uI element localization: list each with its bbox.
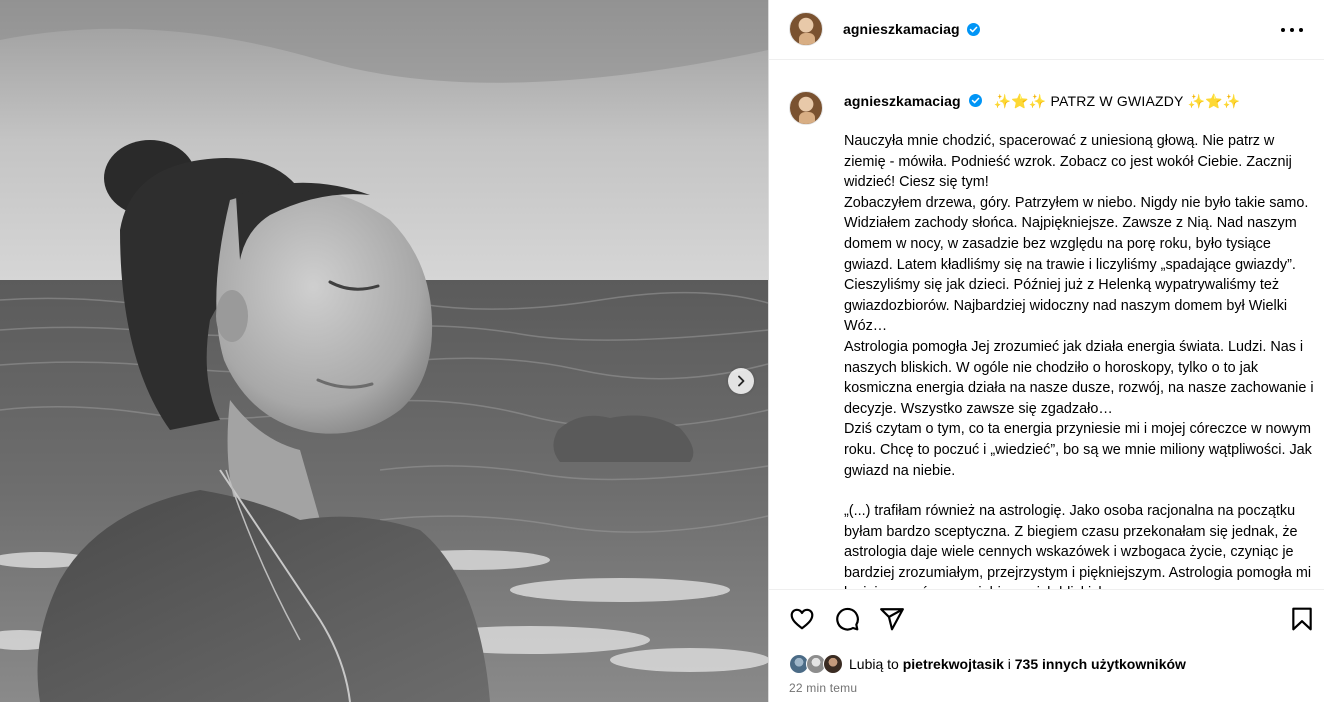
caption-scroll-area[interactable]: agnieszkamaciag ✨⭐✨ PATRZ W GWIAZDY ✨⭐✨ … [769, 61, 1324, 589]
save-button[interactable] [1289, 606, 1315, 632]
post-actions-bar: Lubią to pietrekwojtasik i 735 innych uż… [769, 589, 1324, 702]
caption-paragraph: „(...) trafiłam również na astrologię. J… [844, 503, 1312, 589]
comment-icon [836, 607, 859, 631]
share-icon [880, 608, 904, 631]
caption-paragraph: Astrologia pomogła Jej zrozumieć jak dzi… [844, 338, 1314, 417]
more-options-button[interactable] [1281, 20, 1303, 40]
dot-icon [1281, 28, 1285, 32]
bookmark-icon [1292, 607, 1312, 631]
liker-avatar [823, 654, 843, 674]
verified-badge-icon [967, 23, 980, 36]
author-username[interactable]: agnieszkamaciag [843, 21, 960, 37]
likes-text: Lubią to pietrekwojtasik i 735 innych uż… [849, 656, 1186, 672]
post-image[interactable] [0, 0, 768, 702]
likes-connector: i [1003, 656, 1015, 672]
sparkle-star-emoji-icon: ✨⭐✨ [993, 93, 1047, 109]
caption-username[interactable]: agnieszkamaciag [844, 93, 961, 109]
post-photo [0, 0, 768, 702]
post-timestamp[interactable]: 22 min temu [789, 681, 857, 695]
chevron-right-icon [738, 375, 745, 387]
caption-title: ✨⭐✨ PATRZ W GWIAZDY ✨⭐✨ [993, 93, 1240, 109]
next-image-button[interactable] [728, 368, 754, 394]
likes-prefix: Lubią to [849, 656, 903, 672]
post-header: agnieszkamaciag [769, 0, 1324, 60]
caption-paragraph: Nauczyła mnie chodzić, spacerować z unie… [844, 133, 1292, 191]
comment-button[interactable] [834, 606, 860, 632]
liker-avatars[interactable] [789, 653, 845, 675]
like-button[interactable] [789, 606, 815, 632]
caption-title-text: PATRZ W GWIAZDY [1050, 93, 1184, 109]
likes-summary: Lubią to pietrekwojtasik i 735 innych uż… [789, 653, 1186, 675]
caption-header: agnieszkamaciag ✨⭐✨ PATRZ W GWIAZDY ✨⭐✨ [844, 93, 1240, 110]
caption-paragraph: Zobaczyłem drzewa, góry. Patrzyłem w nie… [844, 194, 1309, 335]
dot-icon [1290, 28, 1294, 32]
post-side-panel: agnieszkamaciag agnieszkamaciag ✨⭐✨ PATR… [768, 0, 1324, 702]
verified-badge-icon [968, 94, 982, 107]
sparkle-star-emoji-icon: ✨⭐✨ [1187, 93, 1241, 109]
share-button[interactable] [879, 606, 905, 632]
other-likers-link[interactable]: 735 innych użytkowników [1015, 656, 1186, 672]
dot-icon [1299, 28, 1303, 32]
caption-author-avatar[interactable] [789, 91, 823, 125]
caption-paragraph: Dziś czytam o tym, co ta energia przynie… [844, 421, 1312, 479]
liker-username-link[interactable]: pietrekwojtasik [903, 656, 1004, 672]
author-avatar[interactable] [789, 12, 823, 46]
heart-icon [790, 608, 814, 630]
caption-body: Nauczyła mnie chodzić, spacerować z unie… [844, 131, 1314, 589]
